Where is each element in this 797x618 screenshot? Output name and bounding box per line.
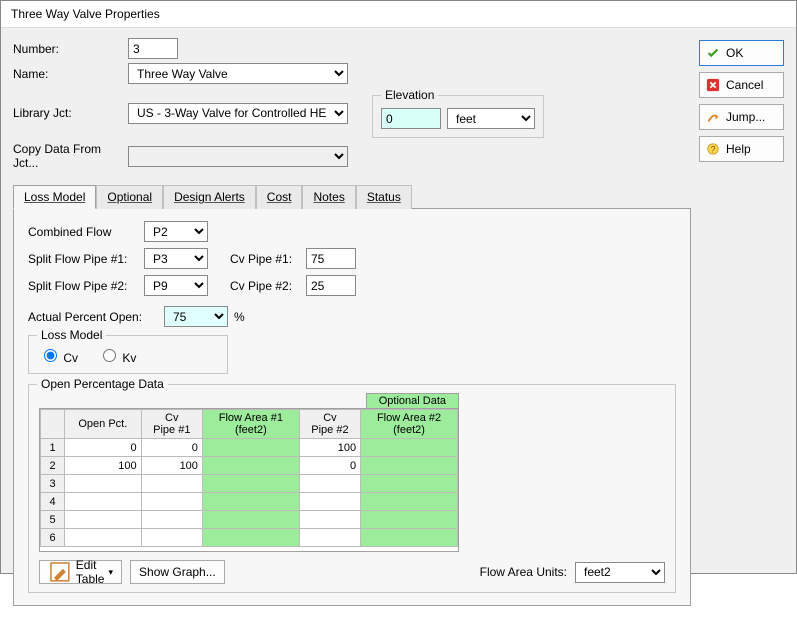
elevation-legend: Elevation [381,88,438,102]
opd-legend: Open Percentage Data [37,377,168,391]
library-select[interactable]: US - 3-Way Valve for Controlled HEX Tem [128,103,348,124]
help-icon: ? [706,142,720,156]
right-pane: OK Cancel Jump... ? Help [699,38,784,606]
tabpanel-loss-model: Combined Flow P2 Split Flow Pipe #1: P3 … [13,209,691,606]
titlebar: Three Way Valve Properties [1,1,796,28]
tab-notes[interactable]: Notes [302,185,355,209]
table-row[interactable]: 6 [41,529,458,547]
col-cv1: Cv Pipe #1 [141,410,202,439]
jump-icon [706,110,720,124]
number-input[interactable] [128,38,178,59]
window-title: Three Way Valve Properties [11,7,160,21]
tab-optional[interactable]: Optional [96,185,163,209]
optional-data-header: Optional Data [366,393,459,408]
library-label: Library Jct: [13,106,128,120]
form-grid: Number: Name: Three Way Valve Library Jc… [13,38,546,170]
col-openpct: Open Pct. [65,410,142,439]
kv-radio[interactable]: Kv [98,346,136,365]
number-label: Number: [13,42,128,56]
table-row[interactable]: 4 [41,493,458,511]
dialog-window: Three Way Valve Properties Number: Name:… [0,0,797,574]
opd-group: Open Percentage Data Optional Data Open … [28,384,676,593]
tab-design-alerts[interactable]: Design Alerts [163,185,256,209]
show-graph-button[interactable]: Show Graph... [130,560,225,584]
ok-button[interactable]: OK [699,40,784,66]
col-fa1: Flow Area #1 (feet2) [202,410,299,439]
cv2-label: Cv Pipe #2: [230,279,300,293]
cv1-label: Cv Pipe #1: [230,252,300,266]
table-row[interactable]: 3 [41,475,458,493]
apo-select[interactable]: 75 [164,306,228,327]
copy-select[interactable] [128,146,348,167]
jump-button[interactable]: Jump... [699,104,784,130]
name-label: Name: [13,67,128,81]
table-row[interactable]: 5 [41,511,458,529]
table-row[interactable]: 100100 [41,439,458,457]
elevation-unit-select[interactable]: feet [447,108,535,129]
tab-loss-model[interactable]: Loss Model [13,185,96,209]
cv-pipe1-input[interactable] [306,248,356,269]
combined-flow-label: Combined Flow [28,225,138,239]
split1-select[interactable]: P3 [144,248,208,269]
dialog-content: Number: Name: Three Way Valve Library Jc… [1,28,796,618]
table-row[interactable]: 21001000 [41,457,458,475]
col-cv2: Cv Pipe #2 [299,410,360,439]
tab-cost[interactable]: Cost [256,185,303,209]
apo-unit: % [234,310,245,324]
check-icon [706,46,720,60]
combined-flow-select[interactable]: P2 [144,221,208,242]
apo-label: Actual Percent Open: [28,310,158,324]
x-icon [706,78,720,92]
svg-text:?: ? [711,145,716,155]
loss-model-legend: Loss Model [37,328,106,342]
flow-area-units-label: Flow Area Units: [480,565,567,579]
left-pane: Number: Name: Three Way Valve Library Jc… [13,38,691,606]
split2-label: Split Flow Pipe #2: [28,279,138,293]
cv-radio[interactable]: Cv [39,346,78,365]
opd-table-wrap[interactable]: Open Pct. Cv Pipe #1 Flow Area #1 (feet2… [39,408,459,552]
flow-area-units-select[interactable]: feet2 [575,562,665,583]
cancel-button[interactable]: Cancel [699,72,784,98]
split2-select[interactable]: P9 [144,275,208,296]
name-select[interactable]: Three Way Valve [128,63,348,84]
opd-table: Open Pct. Cv Pipe #1 Flow Area #1 (feet2… [40,409,458,547]
tabstrip: Loss Model Optional Design Alerts Cost N… [13,184,691,209]
col-fa2: Flow Area #2 (feet2) [361,410,458,439]
edit-table-button[interactable]: Edit Table▾ [39,560,122,584]
col-blank [41,410,65,439]
edit-icon [48,560,72,584]
copy-label: Copy Data From Jct... [13,142,128,170]
elevation-group: Elevation feet [372,88,544,138]
elevation-input[interactable] [381,108,441,129]
help-button[interactable]: ? Help [699,136,784,162]
tab-status[interactable]: Status [356,185,412,209]
loss-model-group: Loss Model Cv Kv [28,335,228,374]
split1-label: Split Flow Pipe #1: [28,252,138,266]
cv-pipe2-input[interactable] [306,275,356,296]
